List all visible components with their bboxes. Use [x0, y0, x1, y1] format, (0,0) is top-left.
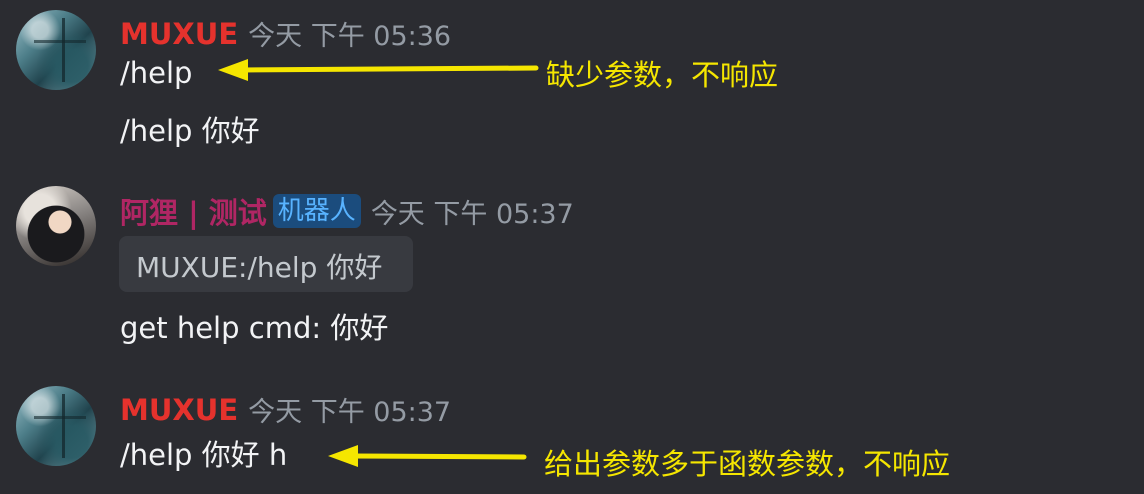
message-header: 阿狸 | 测试 机器人 今天 下午 05:37 — [120, 190, 574, 232]
author-name[interactable]: MUXUE — [120, 393, 238, 427]
arrow-left-icon — [328, 445, 527, 467]
reply-reference[interactable]: MUXUE:/help 你好 — [119, 236, 413, 292]
user-avatar[interactable] — [16, 10, 96, 90]
message-header: MUXUE 今天 下午 05:36 — [120, 14, 451, 53]
bot-badge: 机器人 — [272, 194, 361, 228]
annotation-label: 缺少参数，不响应 — [546, 58, 779, 92]
author-name[interactable]: 阿狸 | 测试 — [120, 190, 267, 232]
message-text: /help 你好 — [120, 114, 260, 148]
bot-avatar[interactable] — [16, 186, 96, 266]
user-avatar[interactable] — [16, 386, 96, 466]
message-text: /help 你好 h — [120, 438, 288, 472]
message-timestamp[interactable]: 今天 下午 05:36 — [248, 14, 451, 53]
message-timestamp[interactable]: 今天 下午 05:37 — [371, 192, 574, 231]
message-text: get help cmd: 你好 — [120, 311, 389, 345]
arrow-left-icon — [218, 59, 539, 81]
message-text: /help — [120, 56, 193, 90]
message-timestamp[interactable]: 今天 下午 05:37 — [248, 390, 451, 429]
author-name[interactable]: MUXUE — [120, 17, 238, 51]
annotation-label: 给出参数多于函数参数，不响应 — [544, 447, 951, 481]
message-header: MUXUE 今天 下午 05:37 — [120, 390, 451, 429]
